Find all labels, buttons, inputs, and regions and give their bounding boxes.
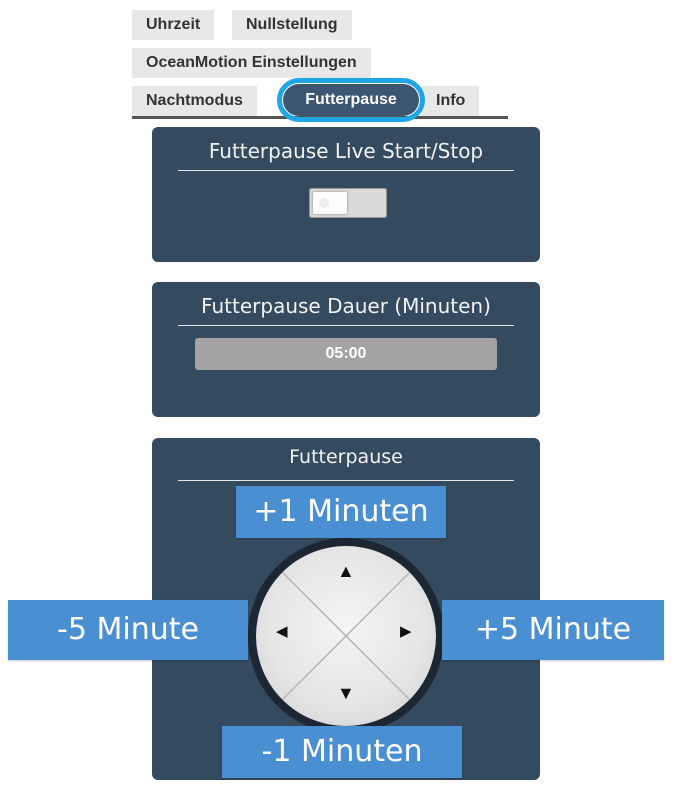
duration-panel: Futterpause Dauer (Minuten) 05:00 [152, 282, 540, 417]
tab-underline [132, 116, 508, 119]
directional-pad[interactable]: ▲ ▼ ◀ ▶ [256, 546, 436, 726]
tab-info[interactable]: Info [422, 86, 480, 116]
callout-plus-1-minute: +1 Minuten [236, 486, 446, 538]
arrow-up-icon[interactable]: ▲ [337, 562, 355, 580]
control-panel-title: Futterpause [289, 446, 403, 468]
live-start-stop-title: Futterpause Live Start/Stop [208, 139, 484, 163]
tab-nullstellung[interactable]: Nullstellung [232, 10, 352, 40]
arrow-down-icon[interactable]: ▼ [337, 684, 355, 702]
title-divider [178, 480, 514, 481]
tab-nachtmodus[interactable]: Nachtmodus [132, 86, 257, 116]
live-start-stop-panel: Futterpause Live Start/Stop [152, 127, 540, 262]
title-divider [178, 170, 514, 171]
live-toggle-switch[interactable] [309, 188, 387, 218]
tab-futterpause[interactable]: Futterpause [283, 84, 419, 116]
duration-title: Futterpause Dauer (Minuten) [201, 294, 491, 318]
callout-plus-5-minute: +5 Minute [442, 600, 664, 660]
toggle-indicator-icon [319, 198, 329, 208]
callout-minus-1-minute: -1 Minuten [222, 726, 462, 778]
duration-value[interactable]: 05:00 [195, 338, 497, 370]
toggle-knob [313, 192, 347, 214]
arrow-right-icon[interactable]: ▶ [400, 623, 412, 641]
tab-uhrzeit[interactable]: Uhrzeit [132, 10, 215, 40]
tab-oceanmotion-einstellungen[interactable]: OceanMotion Einstellungen [132, 48, 371, 78]
title-divider [178, 325, 514, 326]
arrow-left-icon[interactable]: ◀ [276, 623, 288, 641]
callout-minus-5-minute: -5 Minute [8, 600, 248, 660]
